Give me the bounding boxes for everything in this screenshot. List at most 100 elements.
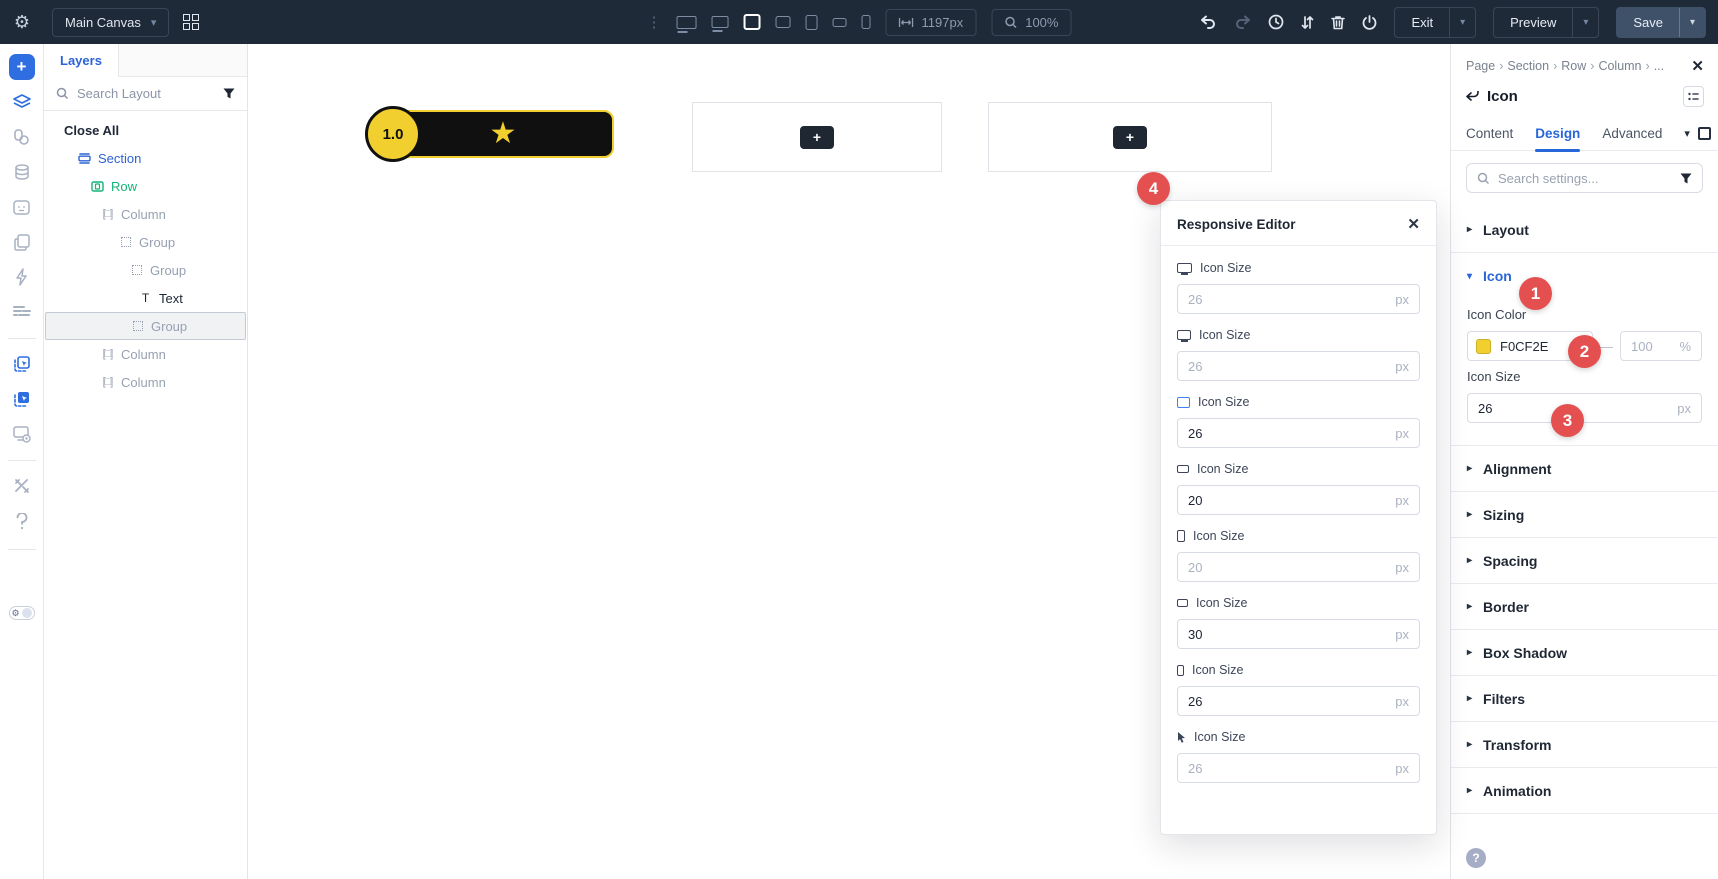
canvas-width-field[interactable]: 1197px xyxy=(885,8,977,36)
close-all-button[interactable]: Close All xyxy=(44,116,247,144)
tab-design[interactable]: Design xyxy=(1535,117,1581,152)
copy-pages-icon[interactable] xyxy=(9,229,35,255)
section-border[interactable]: ▸ Border xyxy=(1451,584,1718,630)
tree-item-column[interactable]: [□] Column xyxy=(44,340,247,368)
tab-advanced[interactable]: Advanced xyxy=(1602,117,1662,151)
tree-item-row[interactable]: Row xyxy=(44,172,247,200)
icon-size-input-phone-landscape[interactable] xyxy=(1188,626,1396,642)
settings-search[interactable]: Search settings... xyxy=(1466,163,1703,193)
breakpoint-tablet-portrait-icon[interactable] xyxy=(805,14,818,30)
section-icon-header[interactable]: ▾ Icon xyxy=(1451,253,1718,299)
tree-item-column[interactable]: [□] Column xyxy=(44,368,247,396)
add-element-plus-button[interactable]: + xyxy=(1113,125,1147,149)
add-element-button[interactable]: + xyxy=(8,54,35,80)
icon-size-input-hover[interactable] xyxy=(1188,760,1396,776)
top-toolbar: ⚙ Main Canvas ▾ ⋮ 1197px 100% Exit ▾ Pre… xyxy=(0,0,1718,44)
color-swatch[interactable] xyxy=(1476,338,1491,354)
tabs-caret-icon[interactable]: ▾ xyxy=(1684,127,1690,140)
undo-icon[interactable] xyxy=(1200,15,1217,29)
breakpoint-phone-landscape-icon[interactable] xyxy=(832,17,847,27)
grid-view-icon[interactable] xyxy=(183,14,200,30)
section-transform[interactable]: ▸ Transform xyxy=(1451,722,1718,768)
layers-icon[interactable] xyxy=(9,89,35,115)
section-box-shadow[interactable]: ▸ Box Shadow xyxy=(1451,630,1718,676)
close-icon[interactable]: ✕ xyxy=(1407,215,1420,233)
icon-size-field-hover: Icon Size px xyxy=(1177,730,1420,783)
section-alignment[interactable]: ▸ Alignment xyxy=(1451,446,1718,492)
card-icon[interactable] xyxy=(9,194,35,220)
preview-button[interactable]: Preview ▾ xyxy=(1493,6,1600,38)
breadcrumb-item[interactable]: Page xyxy=(1466,59,1495,73)
exit-button[interactable]: Exit ▾ xyxy=(1394,6,1477,38)
redo-icon[interactable] xyxy=(1234,15,1251,29)
close-icon[interactable]: ✕ xyxy=(1691,57,1704,75)
filter-funnel-icon[interactable] xyxy=(1680,173,1692,184)
rating-circle[interactable]: 1.0 xyxy=(365,106,421,162)
empty-column-2[interactable]: + xyxy=(988,102,1272,172)
save-dropdown-caret-icon[interactable]: ▾ xyxy=(1679,7,1705,37)
tab-layers[interactable]: Layers xyxy=(44,44,119,77)
breakpoint-phone-portrait-icon[interactable] xyxy=(861,15,871,29)
icon-size-input-tablet-landscape[interactable] xyxy=(1188,492,1396,508)
breakpoint-indicator-icon[interactable] xyxy=(1697,127,1711,140)
breadcrumb-item[interactable]: Column xyxy=(1598,59,1641,73)
tree-item-group-selected[interactable]: Group xyxy=(45,312,246,340)
section-animation[interactable]: ▸ Animation xyxy=(1451,768,1718,814)
list-rows-icon[interactable] xyxy=(9,299,35,325)
power-icon[interactable] xyxy=(1362,14,1377,30)
search-icon xyxy=(56,87,69,100)
canvas-selector-dropdown[interactable]: Main Canvas ▾ xyxy=(52,7,170,37)
exit-dropdown-caret-icon[interactable]: ▾ xyxy=(1449,7,1475,37)
filter-funnel-icon[interactable] xyxy=(223,88,235,99)
rating-bar[interactable]: ★ xyxy=(392,110,614,158)
kebab-menu-icon[interactable]: ⋮ xyxy=(647,13,662,31)
annotation-badge-1: 1 xyxy=(1519,277,1552,310)
back-arrow-icon[interactable] xyxy=(1466,91,1479,102)
icon-size-input-phone-portrait[interactable] xyxy=(1188,693,1396,709)
help-icon[interactable] xyxy=(9,508,35,534)
breakpoint-desktop-icon[interactable] xyxy=(676,15,697,29)
preview-dropdown-caret-icon[interactable]: ▾ xyxy=(1572,7,1598,37)
breakpoint-tablet-landscape-icon[interactable] xyxy=(775,16,791,28)
section-sizing[interactable]: ▸ Sizing xyxy=(1451,492,1718,538)
empty-column-1[interactable]: + xyxy=(692,102,942,172)
sort-arrows-icon[interactable] xyxy=(1301,15,1314,30)
layers-panel: Layers Search Layout Close All Section R… xyxy=(44,44,248,879)
tree-item-column[interactable]: [□] Column xyxy=(44,200,247,228)
opacity-input[interactable] xyxy=(1631,338,1680,354)
breadcrumb-item[interactable]: Row xyxy=(1561,59,1586,73)
save-button[interactable]: Save ▾ xyxy=(1616,6,1706,38)
add-element-plus-button[interactable]: + xyxy=(800,125,834,149)
icon-size-input-desktop-small[interactable] xyxy=(1188,358,1396,374)
canvas-zoom-field[interactable]: 100% xyxy=(991,8,1072,36)
layers-search[interactable]: Search Layout xyxy=(44,77,247,111)
tree-item-section[interactable]: Section xyxy=(44,144,247,172)
breadcrumb-item[interactable]: ... xyxy=(1654,59,1664,73)
icon-size-input-tablet-portrait[interactable] xyxy=(1188,559,1396,575)
settings-toggle[interactable]: ⚙ xyxy=(8,606,35,620)
icon-size-input-tablet-landscape-active[interactable] xyxy=(1188,425,1396,441)
gear-icon[interactable]: ⚙ xyxy=(0,12,44,33)
breadcrumb-item[interactable]: Section xyxy=(1507,59,1549,73)
device-settings-icon[interactable] xyxy=(9,421,35,447)
breakpoint-desktop-small-icon[interactable] xyxy=(711,16,729,28)
tab-content[interactable]: Content xyxy=(1466,117,1513,151)
breakpoint-active-tablet-landscape-icon[interactable] xyxy=(743,14,761,30)
section-spacing[interactable]: ▸ Spacing xyxy=(1451,538,1718,584)
trash-icon[interactable] xyxy=(1331,15,1346,30)
tree-item-group[interactable]: Group xyxy=(44,228,247,256)
presets-icon[interactable] xyxy=(1683,86,1704,107)
tree-item-text[interactable]: T Text xyxy=(44,284,247,312)
history-clock-icon[interactable] xyxy=(1268,14,1284,30)
tree-item-group[interactable]: Group xyxy=(44,256,247,284)
design-library-icon[interactable] xyxy=(9,124,35,150)
select-element-icon[interactable] xyxy=(9,351,35,377)
section-filters[interactable]: ▸ Filters xyxy=(1451,676,1718,722)
lightning-icon[interactable] xyxy=(9,264,35,290)
select-container-icon[interactable] xyxy=(9,386,35,412)
tools-icon[interactable] xyxy=(9,473,35,499)
icon-size-input-desktop[interactable] xyxy=(1188,291,1396,307)
help-button[interactable]: ? xyxy=(1466,848,1486,868)
section-layout[interactable]: ▸ Layout xyxy=(1451,207,1718,253)
database-icon[interactable] xyxy=(9,159,35,185)
